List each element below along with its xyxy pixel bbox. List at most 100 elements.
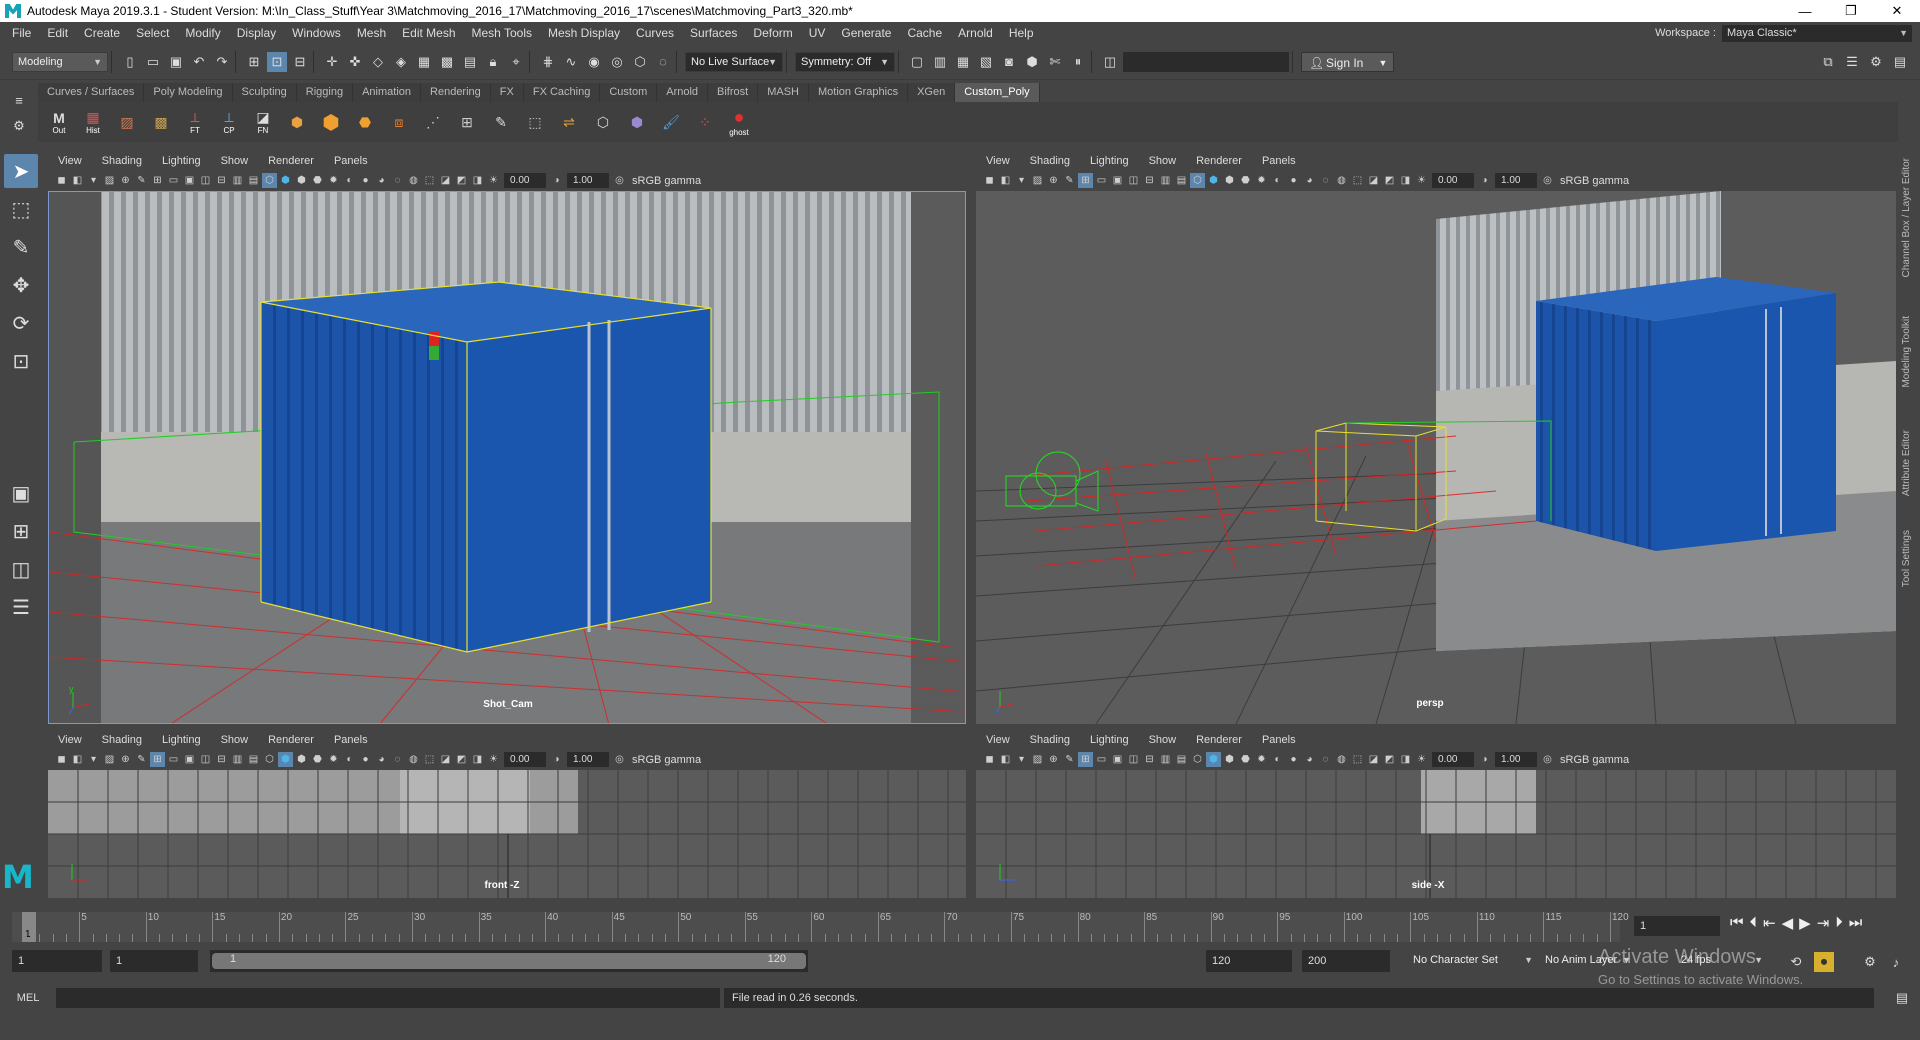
sign-in-button[interactable]: 👤︎ Sign In bbox=[1301, 51, 1395, 73]
vp-menu-show[interactable]: Show bbox=[1149, 155, 1177, 167]
xray-joints-icon[interactable]: ◩ bbox=[454, 752, 469, 767]
color-mgmt-icon[interactable]: ◎ bbox=[612, 752, 627, 767]
sidebar-toggle-icon[interactable]: ◫ bbox=[1100, 52, 1120, 72]
image-plane-icon[interactable]: ▨ bbox=[1030, 173, 1045, 188]
scale-tool-icon[interactable]: ⊡ bbox=[4, 344, 38, 378]
grid-icon[interactable]: ▨ bbox=[112, 105, 142, 139]
camera-icon[interactable]: ◼ bbox=[54, 173, 69, 188]
grease-pencil-icon[interactable]: ✎ bbox=[1062, 752, 1077, 767]
time-slider[interactable]: 1 5 10 15 20 25 30 35 40 45 50 55 60 65 70 75 80 85 90 95 1… bbox=[12, 912, 1629, 942]
mask-curves-icon[interactable]: ◇ bbox=[368, 52, 388, 72]
render-view-icon[interactable]: ▢ bbox=[907, 52, 927, 72]
gamma-icon[interactable]: ◑ bbox=[1477, 752, 1492, 767]
isolate-icon[interactable]: ⬚ bbox=[422, 752, 437, 767]
channel-box-toggle-icon[interactable]: ▤ bbox=[1890, 52, 1910, 72]
wire-cube-icon[interactable]: ⬢ bbox=[622, 105, 652, 139]
menu-deform[interactable]: Deform bbox=[745, 26, 800, 40]
exposure-field[interactable]: 0.00 bbox=[504, 173, 546, 188]
tab-channel-box[interactable]: Channel Box / Layer Editor bbox=[1901, 158, 1912, 278]
textured-icon[interactable]: ⬣ bbox=[1238, 752, 1253, 767]
loop-icon[interactable]: ⟲ bbox=[1786, 952, 1806, 972]
arnold-render-icon[interactable]: ⬢ bbox=[1022, 52, 1042, 72]
viewport-side[interactable]: side -X bbox=[976, 770, 1896, 898]
shelf-tab-xgen[interactable]: XGen bbox=[908, 83, 956, 102]
vp-menu-lighting[interactable]: Lighting bbox=[1090, 155, 1129, 167]
vp-menu-shading[interactable]: Shading bbox=[102, 155, 142, 167]
isolate-icon[interactable]: ⬚ bbox=[1350, 752, 1365, 767]
snap-view-icon[interactable]: ◎ bbox=[607, 52, 627, 72]
isolate-icon[interactable]: ⬚ bbox=[1350, 173, 1365, 188]
menu-edit[interactable]: Edit bbox=[39, 26, 76, 40]
range-slider-fill[interactable] bbox=[212, 953, 806, 969]
shelf-tab-poly-modeling[interactable]: Poly Modeling bbox=[144, 83, 233, 102]
gate-mask-icon[interactable]: ◫ bbox=[1126, 173, 1141, 188]
safe-title-icon[interactable]: ▤ bbox=[246, 173, 261, 188]
command-language-label[interactable]: MEL bbox=[0, 992, 56, 1004]
camera-attr-icon[interactable]: ◧ bbox=[998, 173, 1013, 188]
start-time-field[interactable]: 1 bbox=[12, 950, 102, 972]
viewport-shot-cam[interactable]: y Shot_Cam bbox=[48, 191, 966, 724]
exposure-icon[interactable]: ☀ bbox=[486, 173, 501, 188]
live-surface-field[interactable]: No Live Surface bbox=[685, 51, 783, 72]
vp-menu-shading[interactable]: Shading bbox=[102, 734, 142, 746]
ao-icon[interactable]: ● bbox=[358, 752, 373, 767]
quick-command-input[interactable] bbox=[1123, 51, 1289, 72]
exposure-field[interactable]: 0.00 bbox=[1432, 173, 1474, 188]
color-space-label[interactable]: sRGB gamma bbox=[632, 175, 701, 187]
vp-menu-panels[interactable]: Panels bbox=[334, 155, 368, 167]
outliner-icon[interactable]: ☰ bbox=[4, 590, 38, 624]
redo-icon[interactable]: ↷ bbox=[212, 52, 232, 72]
menu-curves[interactable]: Curves bbox=[628, 26, 682, 40]
fn-icon[interactable]: ◪ FN bbox=[248, 105, 278, 139]
shelf-settings-icon[interactable]: ⚙ bbox=[9, 116, 29, 136]
wire-on-shaded-icon[interactable]: ⬢ bbox=[1222, 752, 1237, 767]
resolution-gate-icon[interactable]: ▣ bbox=[182, 173, 197, 188]
cube-bevel-icon[interactable]: ⬣ bbox=[350, 105, 380, 139]
exposure-field[interactable]: 0.00 bbox=[504, 752, 546, 767]
close-button[interactable]: ✕ bbox=[1874, 0, 1920, 22]
sound-icon[interactable]: ♪ bbox=[1886, 952, 1906, 972]
current-frame-marker[interactable]: 1 bbox=[22, 912, 36, 942]
film-gate-icon[interactable]: ▭ bbox=[166, 752, 181, 767]
camera-icon[interactable]: ◼ bbox=[982, 752, 997, 767]
film-gate-icon[interactable]: ▭ bbox=[1094, 173, 1109, 188]
gamma-field[interactable]: 1.00 bbox=[1495, 752, 1537, 767]
2d-pan-icon[interactable]: ⊕ bbox=[118, 173, 133, 188]
menu-mesh-tools[interactable]: Mesh Tools bbox=[464, 26, 540, 40]
aa-icon[interactable]: ◌ bbox=[1318, 752, 1333, 767]
dots-icon[interactable]: ⁘ bbox=[690, 105, 720, 139]
tab-tool-settings[interactable]: Tool Settings bbox=[1901, 530, 1912, 587]
menu-file[interactable]: File bbox=[4, 26, 39, 40]
menu-edit-mesh[interactable]: Edit Mesh bbox=[394, 26, 463, 40]
camera-attr-icon[interactable]: ◧ bbox=[70, 752, 85, 767]
vp-menu-renderer[interactable]: Renderer bbox=[1196, 155, 1242, 167]
xray-icon[interactable]: ◪ bbox=[1366, 173, 1381, 188]
mask-joints-icon[interactable]: ✜ bbox=[345, 52, 365, 72]
vp-menu-lighting[interactable]: Lighting bbox=[162, 734, 201, 746]
vp-menu-renderer[interactable]: Renderer bbox=[268, 155, 314, 167]
vp-menu-panels[interactable]: Panels bbox=[1262, 734, 1296, 746]
shadows-icon[interactable]: ◐ bbox=[342, 752, 357, 767]
step-back-icon[interactable]: ⏴︎ bbox=[1750, 914, 1758, 932]
auto-key-icon[interactable]: ⏺︎ bbox=[1814, 952, 1834, 972]
hist-icon[interactable]: ▦ Hist bbox=[78, 105, 108, 139]
cubes-icon[interactable]: ⧈ bbox=[384, 105, 414, 139]
2d-pan-icon[interactable]: ⊕ bbox=[118, 752, 133, 767]
shelf-tab-rigging[interactable]: Rigging bbox=[296, 83, 354, 102]
pause-icon[interactable]: ⏸︎ bbox=[1068, 52, 1088, 72]
2d-pan-icon[interactable]: ⊕ bbox=[1046, 173, 1061, 188]
menu-modify[interactable]: Modify bbox=[177, 26, 228, 40]
gate-mask-icon[interactable]: ◫ bbox=[198, 173, 213, 188]
end-time-field[interactable]: 200 bbox=[1302, 950, 1390, 972]
textured-icon[interactable]: ⬣ bbox=[310, 173, 325, 188]
resolution-gate-icon[interactable]: ▣ bbox=[182, 752, 197, 767]
menu-display[interactable]: Display bbox=[229, 26, 284, 40]
vp-menu-show[interactable]: Show bbox=[221, 734, 249, 746]
xray-icon[interactable]: ◪ bbox=[1366, 752, 1381, 767]
mask-render-icon[interactable]: ▤ bbox=[460, 52, 480, 72]
minimize-button[interactable]: — bbox=[1782, 0, 1828, 22]
shelf-tab-sculpting[interactable]: Sculpting bbox=[232, 83, 297, 102]
shadows-icon[interactable]: ◐ bbox=[1270, 752, 1285, 767]
safe-action-icon[interactable]: ▥ bbox=[1158, 173, 1173, 188]
vp-menu-view[interactable]: View bbox=[58, 734, 82, 746]
